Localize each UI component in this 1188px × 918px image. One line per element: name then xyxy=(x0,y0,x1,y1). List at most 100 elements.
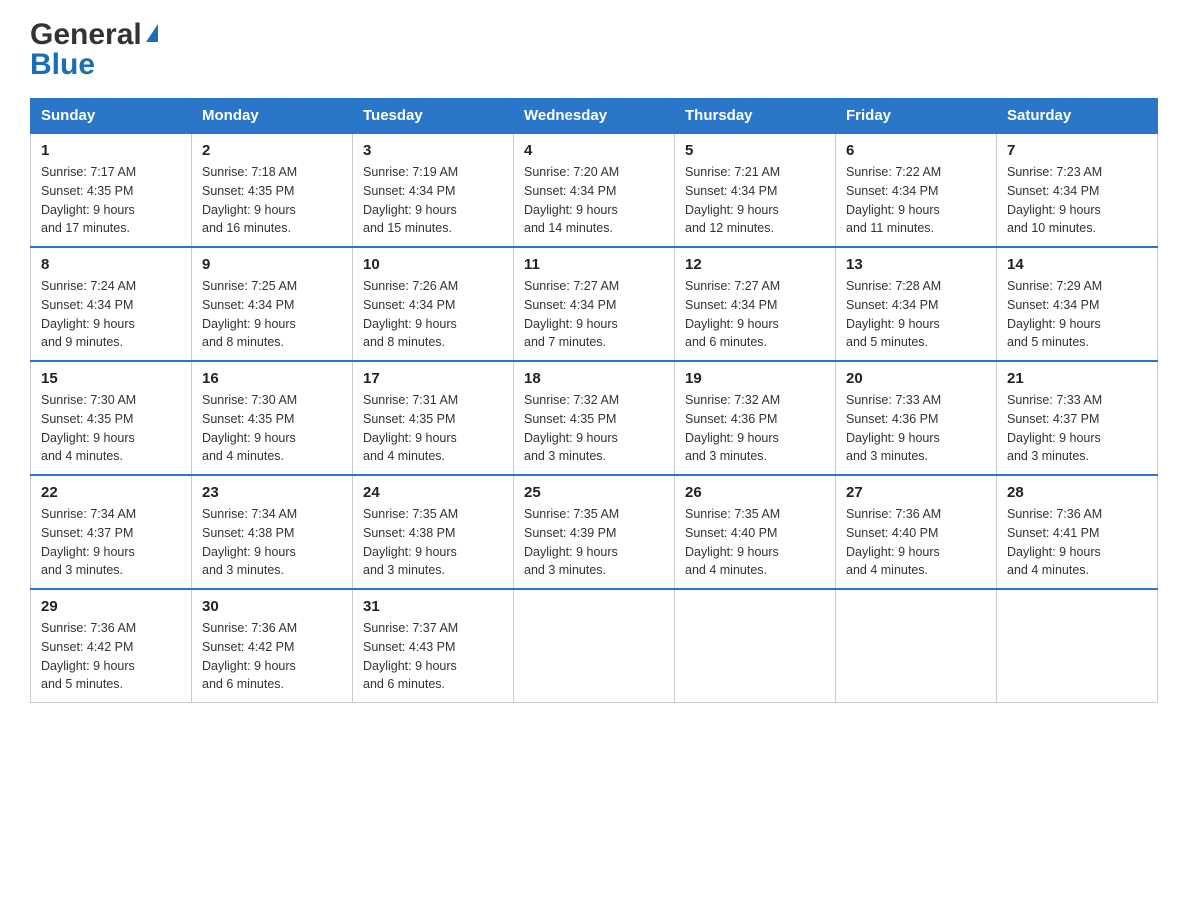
day-info: Sunrise: 7:33 AMSunset: 4:37 PMDaylight:… xyxy=(1007,391,1147,466)
day-info: Sunrise: 7:18 AMSunset: 4:35 PMDaylight:… xyxy=(202,163,342,238)
calendar-cell: 19 Sunrise: 7:32 AMSunset: 4:36 PMDayligh… xyxy=(675,361,836,475)
calendar-cell: 13 Sunrise: 7:28 AMSunset: 4:34 PMDayligh… xyxy=(836,247,997,361)
weekday-header-sunday: Sunday xyxy=(31,99,192,134)
calendar-table: SundayMondayTuesdayWednesdayThursdayFrid… xyxy=(30,98,1158,703)
logo-blue-text: Blue xyxy=(30,50,95,80)
day-number: 29 xyxy=(41,598,181,615)
calendar-cell: 25Sunrise: 7:35 AMSunset: 4:39 PMDayligh… xyxy=(514,475,675,589)
day-number: 6 xyxy=(846,142,986,159)
calendar-cell: 6 Sunrise: 7:22 AMSunset: 4:34 PMDaylight… xyxy=(836,133,997,247)
day-info: Sunrise: 7:17 AMSunset: 4:35 PMDaylight:… xyxy=(41,163,181,238)
logo: General Blue xyxy=(30,20,158,80)
day-number: 26 xyxy=(685,484,825,501)
weekday-header-saturday: Saturday xyxy=(997,99,1158,134)
day-number: 31 xyxy=(363,598,503,615)
day-number: 18 xyxy=(524,370,664,387)
day-info: Sunrise: 7:36 AMSunset: 4:40 PMDaylight:… xyxy=(846,505,986,580)
day-number: 12 xyxy=(685,256,825,273)
day-info: Sunrise: 7:30 AMSunset: 4:35 PMDaylight:… xyxy=(202,391,342,466)
day-info: Sunrise: 7:21 AMSunset: 4:34 PMDaylight:… xyxy=(685,163,825,238)
day-number: 25 xyxy=(524,484,664,501)
day-number: 7 xyxy=(1007,142,1147,159)
calendar-cell: 23 Sunrise: 7:34 AMSunset: 4:38 PMDayligh… xyxy=(192,475,353,589)
calendar-cell: 10Sunrise: 7:26 AMSunset: 4:34 PMDayligh… xyxy=(353,247,514,361)
calendar-cell xyxy=(997,589,1158,703)
calendar-week-row: 22 Sunrise: 7:34 AMSunset: 4:37 PMDayligh… xyxy=(31,475,1158,589)
calendar-cell xyxy=(514,589,675,703)
day-number: 20 xyxy=(846,370,986,387)
day-number: 5 xyxy=(685,142,825,159)
day-number: 21 xyxy=(1007,370,1147,387)
day-info: Sunrise: 7:33 AMSunset: 4:36 PMDaylight:… xyxy=(846,391,986,466)
day-info: Sunrise: 7:34 AMSunset: 4:38 PMDaylight:… xyxy=(202,505,342,580)
calendar-cell: 29 Sunrise: 7:36 AMSunset: 4:42 PMDayligh… xyxy=(31,589,192,703)
calendar-cell: 2 Sunrise: 7:18 AMSunset: 4:35 PMDaylight… xyxy=(192,133,353,247)
day-info: Sunrise: 7:26 AMSunset: 4:34 PMDaylight:… xyxy=(363,277,503,352)
day-info: Sunrise: 7:24 AMSunset: 4:34 PMDaylight:… xyxy=(41,277,181,352)
day-info: Sunrise: 7:19 AMSunset: 4:34 PMDaylight:… xyxy=(363,163,503,238)
day-info: Sunrise: 7:30 AMSunset: 4:35 PMDaylight:… xyxy=(41,391,181,466)
day-info: Sunrise: 7:36 AMSunset: 4:42 PMDaylight:… xyxy=(41,619,181,694)
day-number: 9 xyxy=(202,256,342,273)
calendar-cell xyxy=(675,589,836,703)
day-number: 23 xyxy=(202,484,342,501)
day-number: 16 xyxy=(202,370,342,387)
calendar-week-row: 15 Sunrise: 7:30 AMSunset: 4:35 PMDayligh… xyxy=(31,361,1158,475)
day-info: Sunrise: 7:27 AMSunset: 4:34 PMDaylight:… xyxy=(685,277,825,352)
weekday-header-monday: Monday xyxy=(192,99,353,134)
calendar-cell: 20 Sunrise: 7:33 AMSunset: 4:36 PMDayligh… xyxy=(836,361,997,475)
calendar-cell: 18 Sunrise: 7:32 AMSunset: 4:35 PMDayligh… xyxy=(514,361,675,475)
calendar-cell: 30Sunrise: 7:36 AMSunset: 4:42 PMDayligh… xyxy=(192,589,353,703)
logo-triangle-icon xyxy=(146,24,158,42)
day-number: 13 xyxy=(846,256,986,273)
day-number: 2 xyxy=(202,142,342,159)
calendar-cell: 1Sunrise: 7:17 AMSunset: 4:35 PMDaylight… xyxy=(31,133,192,247)
day-info: Sunrise: 7:28 AMSunset: 4:34 PMDaylight:… xyxy=(846,277,986,352)
weekday-header-tuesday: Tuesday xyxy=(353,99,514,134)
day-number: 28 xyxy=(1007,484,1147,501)
day-info: Sunrise: 7:23 AMSunset: 4:34 PMDaylight:… xyxy=(1007,163,1147,238)
calendar-cell: 8 Sunrise: 7:24 AMSunset: 4:34 PMDaylight… xyxy=(31,247,192,361)
day-number: 4 xyxy=(524,142,664,159)
day-info: Sunrise: 7:35 AMSunset: 4:40 PMDaylight:… xyxy=(685,505,825,580)
day-number: 15 xyxy=(41,370,181,387)
calendar-cell: 7 Sunrise: 7:23 AMSunset: 4:34 PMDaylight… xyxy=(997,133,1158,247)
logo-general-line: General xyxy=(30,20,158,50)
calendar-cell: 26 Sunrise: 7:35 AMSunset: 4:40 PMDayligh… xyxy=(675,475,836,589)
calendar-cell: 3 Sunrise: 7:19 AMSunset: 4:34 PMDaylight… xyxy=(353,133,514,247)
day-number: 14 xyxy=(1007,256,1147,273)
day-number: 8 xyxy=(41,256,181,273)
day-info: Sunrise: 7:37 AMSunset: 4:43 PMDaylight:… xyxy=(363,619,503,694)
calendar-cell xyxy=(836,589,997,703)
day-info: Sunrise: 7:32 AMSunset: 4:35 PMDaylight:… xyxy=(524,391,664,466)
day-info: Sunrise: 7:25 AMSunset: 4:34 PMDaylight:… xyxy=(202,277,342,352)
calendar-cell: 15 Sunrise: 7:30 AMSunset: 4:35 PMDayligh… xyxy=(31,361,192,475)
day-info: Sunrise: 7:35 AMSunset: 4:38 PMDaylight:… xyxy=(363,505,503,580)
day-number: 22 xyxy=(41,484,181,501)
calendar-cell: 11 Sunrise: 7:27 AMSunset: 4:34 PMDayligh… xyxy=(514,247,675,361)
calendar-cell: 9 Sunrise: 7:25 AMSunset: 4:34 PMDaylight… xyxy=(192,247,353,361)
calendar-cell: 31 Sunrise: 7:37 AMSunset: 4:43 PMDayligh… xyxy=(353,589,514,703)
calendar-week-row: 29 Sunrise: 7:36 AMSunset: 4:42 PMDayligh… xyxy=(31,589,1158,703)
calendar-cell: 27 Sunrise: 7:36 AMSunset: 4:40 PMDayligh… xyxy=(836,475,997,589)
calendar-cell: 16 Sunrise: 7:30 AMSunset: 4:35 PMDayligh… xyxy=(192,361,353,475)
calendar-cell: 14 Sunrise: 7:29 AMSunset: 4:34 PMDayligh… xyxy=(997,247,1158,361)
calendar-cell: 17Sunrise: 7:31 AMSunset: 4:35 PMDayligh… xyxy=(353,361,514,475)
calendar-cell: 12 Sunrise: 7:27 AMSunset: 4:34 PMDayligh… xyxy=(675,247,836,361)
day-info: Sunrise: 7:31 AMSunset: 4:35 PMDaylight:… xyxy=(363,391,503,466)
day-info: Sunrise: 7:36 AMSunset: 4:41 PMDaylight:… xyxy=(1007,505,1147,580)
day-info: Sunrise: 7:32 AMSunset: 4:36 PMDaylight:… xyxy=(685,391,825,466)
page-header: General Blue xyxy=(30,20,1158,80)
day-number: 19 xyxy=(685,370,825,387)
day-info: Sunrise: 7:27 AMSunset: 4:34 PMDaylight:… xyxy=(524,277,664,352)
day-info: Sunrise: 7:34 AMSunset: 4:37 PMDaylight:… xyxy=(41,505,181,580)
day-number: 11 xyxy=(524,256,664,273)
day-number: 3 xyxy=(363,142,503,159)
day-number: 27 xyxy=(846,484,986,501)
day-number: 24 xyxy=(363,484,503,501)
day-info: Sunrise: 7:20 AMSunset: 4:34 PMDaylight:… xyxy=(524,163,664,238)
day-info: Sunrise: 7:22 AMSunset: 4:34 PMDaylight:… xyxy=(846,163,986,238)
weekday-header-friday: Friday xyxy=(836,99,997,134)
weekday-header-wednesday: Wednesday xyxy=(514,99,675,134)
day-info: Sunrise: 7:29 AMSunset: 4:34 PMDaylight:… xyxy=(1007,277,1147,352)
